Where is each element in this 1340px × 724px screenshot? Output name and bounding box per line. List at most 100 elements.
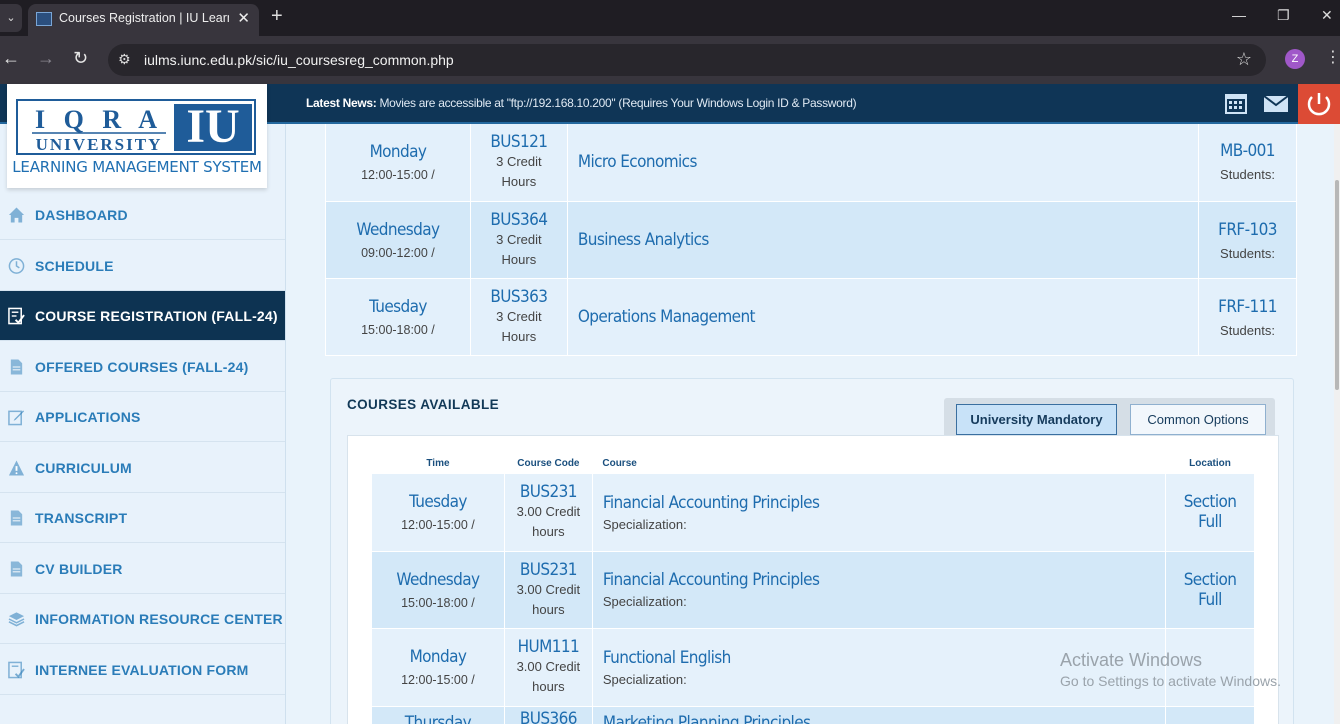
course-specialization: Specialization: [602,516,687,532]
course-location: FRF-103 [1218,219,1277,240]
power-icon [1307,93,1331,116]
sidebar-item-label: DASHBOARD [35,207,128,223]
course-students: Students: [1220,245,1275,261]
course-time: 15:00-18:00 / [361,323,435,337]
bookmark-star-icon[interactable]: ☆ [1236,49,1252,70]
course-day: Monday [369,141,427,162]
course-location: FRF-111 [1218,296,1277,317]
course-title[interactable]: Business Analytics [578,230,1198,250]
url-text[interactable]: iulms.iunc.edu.pk/sic/iu_coursesreg_comm… [144,52,454,68]
course-day: Tuesday [369,297,427,317]
column-header-code: Course Code [517,457,580,469]
browser-menu-icon[interactable]: ⋮ [1325,47,1340,67]
course-title[interactable]: Marketing Planning Principles [603,713,1165,724]
course-time: 12:00-15:00 / [401,518,475,532]
course-credit-unit: Hours [501,252,537,267]
reload-button[interactable]: ↻ [73,48,88,69]
course-title[interactable]: Operations Management [578,307,1198,327]
table-header-row: Time Course Code Course Location [372,454,1255,473]
course-title[interactable]: Financial Accounting Principles [603,493,1165,513]
sidebar-item-label: CV BUILDER [35,561,123,577]
address-toolbar: ← → ↻ ⚙ iulms.iunc.edu.pk/sic/iu_courses… [0,36,1340,84]
table-row[interactable]: Wednesday 15:00-18:00 / BUS231 3.00 Cred… [371,550,1255,629]
minimize-button[interactable]: — [1232,7,1246,23]
section-status: Section [1183,492,1237,512]
course-time: 12:00-15:00 / [361,167,435,182]
favicon-icon [36,12,52,26]
new-tab-button[interactable]: + [271,5,283,28]
section-status: Section [1183,569,1237,590]
sidebar-item-applications[interactable]: APPLICATIONS [0,392,285,442]
forward-button[interactable]: → [37,48,55,69]
sidebar-item-course-registration[interactable]: COURSE REGISTRATION (FALL-24) [0,291,285,341]
browser-tab[interactable]: Courses Registration | IU Learning Manag… [28,4,259,36]
table-row[interactable]: Tuesday 12:00-15:00 / BUS231 3.00 Credit… [371,472,1255,552]
registered-courses-table: Monday 12:00-15:00 / BUS121 3 Credit Hou… [325,124,1297,356]
course-time: 09:00-12:00 / [361,246,435,260]
logo-subtitle: LEARNING MANAGEMENT SYSTEM [12,158,262,176]
svg-text:I Q R A: I Q R A [35,105,163,134]
sidebar-item-cv-builder[interactable]: CV BUILDER [0,544,285,594]
course-credit: 3 Credit [496,309,542,324]
section-status-detail: Full [1198,589,1222,610]
restore-button[interactable]: ❐ [1277,7,1290,24]
sidebar-item-label: OFFERED COURSES (FALL-24) [35,359,249,375]
course-specialization: Specialization: [602,594,687,609]
course-day: Tuesday [409,492,467,512]
tab-title: Courses Registration | IU Learning Manag… [59,11,229,25]
sidebar-item-transcript[interactable]: TRANSCRIPT [0,493,285,543]
sidebar-item-information-resource-center[interactable]: INFORMATION RESOURCE CENTER [0,594,285,644]
page-scrollbar-thumb[interactable] [1335,180,1339,390]
document-icon [10,359,23,375]
site-info-icon[interactable]: ⚙ [118,51,131,68]
books-icon [8,612,25,627]
news-text: Movies are accessible at "ftp://192.168.… [379,96,857,110]
tab-university-mandatory[interactable]: University Mandatory [956,404,1117,435]
sidebar-item-curriculum[interactable]: CURRICULUM [0,443,285,493]
profile-avatar[interactable]: Z [1285,49,1305,69]
course-students: Students: [1220,322,1275,338]
tab-search-button[interactable]: ⌄ [0,4,22,32]
watermark-title: Activate Windows [1060,650,1203,670]
course-credit: 3 Credit [496,153,542,169]
tab-close-icon[interactable]: ✕ [237,9,250,27]
checklist-icon [8,307,25,325]
table-row[interactable]: Thursday BUS366 Marketing Planning Princ… [371,705,1255,724]
course-title[interactable]: Micro Economics [578,152,1198,172]
windows-activation-watermark: Activate Windows Go to Settings to activ… [1060,650,1281,689]
column-header-course: Course [602,457,637,469]
document-icon [10,510,23,526]
panel-title: COURSES AVAILABLE [347,397,500,412]
sidebar-item-label: SCHEDULE [35,258,114,274]
sidebar-item-label: INFORMATION RESOURCE CENTER [35,611,283,627]
browser-tab-bar: ⌄ Courses Registration | IU Learning Man… [0,0,1340,36]
course-credit-unit: Hours [501,329,537,344]
course-code: BUS364 [490,210,548,230]
sidebar-item-dashboard[interactable]: DASHBOARD [0,190,285,240]
course-code: BUS363 [490,287,548,307]
watermark-subtitle: Go to Settings to activate Windows. [1060,673,1281,689]
course-credit: 3 Credit [496,232,542,247]
course-credit: 3.00 Credit [516,581,581,597]
sidebar-item-schedule[interactable]: SCHEDULE [0,241,285,291]
mail-icon[interactable] [1262,90,1290,116]
back-button[interactable]: ← [2,48,20,69]
warning-icon [8,460,25,476]
logo-box: I Q R A UNIVERSITY IU [16,99,256,155]
course-credit: 3.00 Credit [516,659,581,674]
window-close-button[interactable]: ✕ [1321,7,1333,24]
course-code: BUS121 [490,131,548,152]
latest-news: Latest News: Movies are accessible at "f… [306,96,857,110]
logout-button[interactable] [1298,84,1340,124]
sidebar-item-offered-courses[interactable]: OFFERED COURSES (FALL-24) [0,342,285,392]
checklist-icon [8,661,25,679]
course-students: Students: [1220,167,1275,182]
sidebar-item-internee-evaluation-form[interactable]: INTERNEE EVALUATION FORM [0,645,285,695]
course-tabs: University Mandatory Common Options [944,398,1275,437]
course-title[interactable]: Financial Accounting Principles [603,570,1165,590]
address-bar[interactable]: ⚙ iulms.iunc.edu.pk/sic/iu_coursesreg_co… [108,44,1266,76]
calendar-icon[interactable] [1222,90,1250,116]
tab-common-options[interactable]: Common Options [1130,404,1266,435]
university-logo[interactable]: I Q R A UNIVERSITY IU LEARNING MANAGEMEN… [7,84,267,188]
clock-icon [8,258,25,274]
